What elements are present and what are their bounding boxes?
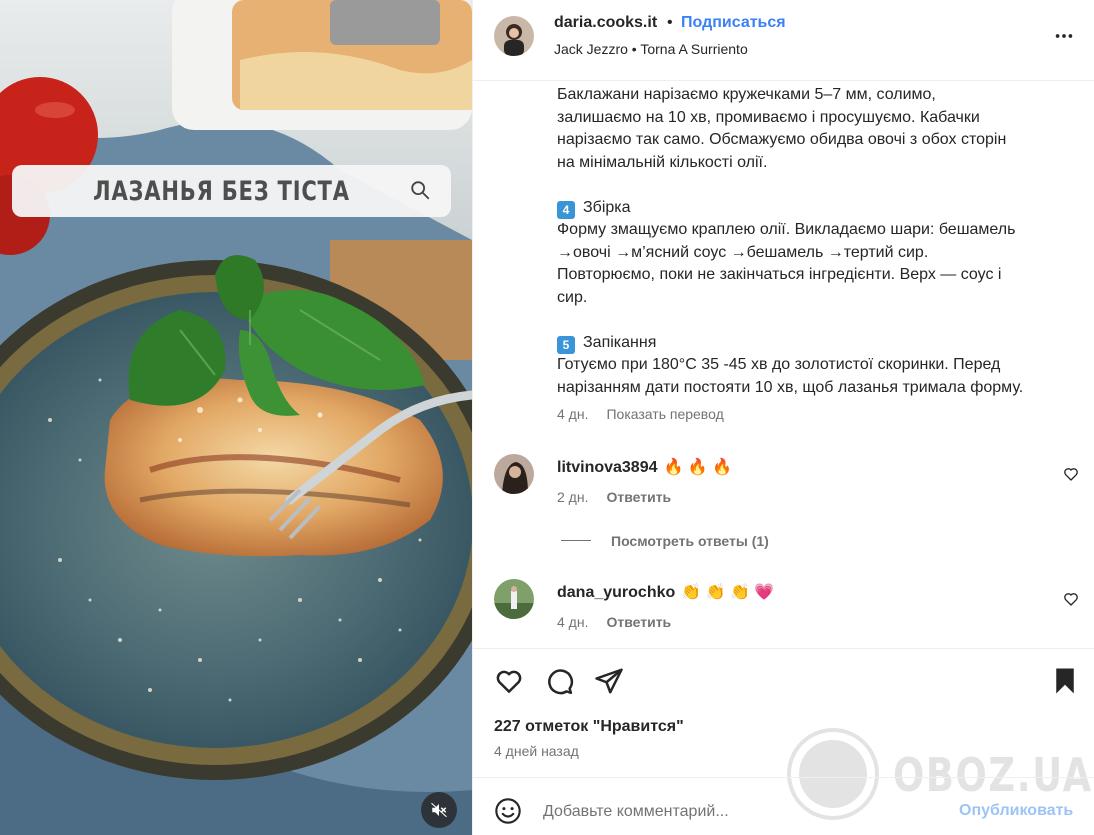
author-username[interactable]: daria.cooks.it (554, 14, 657, 32)
post-comment-button[interactable]: Опубликовать (959, 802, 1073, 820)
caption-line: Форму змащуємо краплею олії. Викладаємо … (557, 221, 1016, 238)
overlay-title: ЛАЗАНЬЯ БЕЗ ТІСТА (93, 175, 350, 207)
caption-age: 4 дн. (557, 406, 589, 422)
commenter-avatar[interactable] (494, 579, 534, 619)
caption-line: на мінімальній кількості олії. (557, 153, 768, 171)
replies-divider (561, 540, 591, 541)
like-count[interactable]: 227 отметок "Нравится" (494, 718, 684, 736)
caption-line: нарізанням дати постояти 10 хв, щоб лаза… (557, 378, 1024, 396)
keycap-4-icon: 4 (557, 200, 575, 219)
post-caption: Баклажани нарізаємо кружечками 5–7 мм, с… (557, 84, 1057, 399)
speaker-muted-icon (431, 802, 447, 818)
post-side-panel: daria.cooks.it • Подписаться Jack Jezzro… (472, 0, 1094, 835)
caption-line: Готуємо при 180°C 35 -45 хв до золотисто… (557, 356, 1001, 373)
bookmark-icon[interactable] (1050, 666, 1080, 696)
comment-text: 👏 👏 👏 💗 (681, 584, 775, 601)
comment-like-heart-icon[interactable] (1063, 591, 1079, 607)
audio-track-link[interactable]: Jack Jezzro • Torna A Surriento (554, 41, 748, 57)
action-bar-divider (473, 648, 1094, 649)
translate-button[interactable]: Показать перевод (606, 406, 723, 422)
caption-line: →овочі →м’ясний соус →бешамель →тертий с… (557, 243, 929, 261)
comment-composer: Опубликовать (473, 777, 1094, 835)
post-date: 4 дней назад (494, 743, 579, 759)
post-header: daria.cooks.it • Подписаться Jack Jezzro… (473, 0, 1094, 81)
search-icon (411, 181, 430, 200)
heart-icon[interactable] (494, 666, 524, 696)
keycap-5-icon: 5 (557, 335, 575, 354)
caption-line: Повторюємо, поки не закінчаться інгредіє… (557, 266, 1002, 283)
comment-meta: 4 дн. Ответить (557, 614, 671, 630)
caption-line: залишаємо на 10 хв, промиваємо і просушу… (557, 108, 980, 126)
step-heading: 5 Запікання (557, 332, 1057, 355)
commenter-avatar[interactable] (494, 454, 534, 494)
comment-text: 🔥 🔥 🔥 (663, 459, 733, 476)
send-icon[interactable] (594, 666, 624, 696)
reply-button[interactable]: Ответить (606, 614, 671, 630)
view-replies-button[interactable]: Посмотреть ответы (1) (611, 533, 769, 549)
comment-icon[interactable] (544, 666, 574, 696)
follow-button[interactable]: Подписаться (681, 14, 786, 32)
more-horizontal-icon[interactable] (1053, 25, 1075, 47)
reply-button[interactable]: Ответить (606, 489, 671, 505)
mute-button[interactable] (421, 792, 457, 828)
author-avatar[interactable] (494, 16, 534, 56)
comment-2: dana_yurochko 👏 👏 👏 💗 (557, 582, 774, 602)
caption-line: нарізаємо так само. Обсмажуємо обидва ов… (557, 131, 1007, 148)
caption-line: Баклажани нарізаємо кружечками 5–7 мм, с… (557, 86, 936, 103)
comment-username[interactable]: litvinova3894 (557, 459, 658, 476)
comment-age: 4 дн. (557, 614, 589, 630)
comment-1: litvinova3894 🔥 🔥 🔥 (557, 457, 732, 477)
caption-meta: 4 дн. Показать перевод (557, 406, 724, 422)
header-separator: • (667, 14, 673, 31)
caption-line: сир. (557, 288, 588, 306)
comment-like-heart-icon[interactable] (1063, 466, 1079, 482)
step-heading: 4 Збірка (557, 197, 1057, 220)
post-media[interactable]: ЛАЗАНЬЯ БЕЗ ТІСТА (0, 0, 472, 835)
lasagna-photo (0, 0, 472, 835)
comment-input[interactable] (543, 800, 923, 824)
smiley-icon[interactable] (494, 797, 522, 825)
comment-age: 2 дн. (557, 489, 589, 505)
comment-username[interactable]: dana_yurochko (557, 584, 675, 601)
comment-meta: 2 дн. Ответить (557, 489, 671, 505)
title-search-pill: ЛАЗАНЬЯ БЕЗ ТІСТА (12, 165, 451, 217)
